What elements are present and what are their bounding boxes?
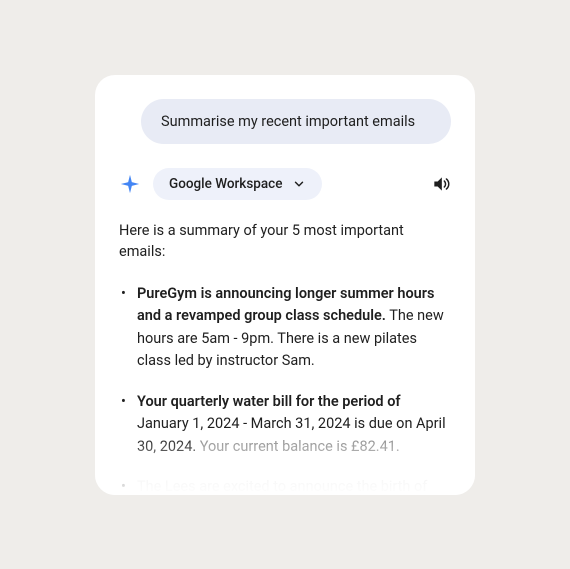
workspace-chip[interactable]: Google Workspace bbox=[153, 168, 322, 200]
assistant-card: Summarise my recent important emails Goo… bbox=[95, 75, 475, 495]
response-toolbar: Google Workspace bbox=[119, 168, 451, 200]
list-item: PureGym is announcing longer summer hour… bbox=[119, 283, 451, 373]
list-item: Your quarterly water bill for the period… bbox=[119, 391, 451, 458]
chevron-down-icon bbox=[292, 177, 306, 191]
speaker-icon[interactable] bbox=[431, 174, 451, 194]
sparkle-icon bbox=[119, 173, 141, 195]
prompt-text: Summarise my recent important emails bbox=[161, 113, 415, 130]
email-bold-text: Your quarterly water bill for the period… bbox=[137, 393, 401, 410]
list-item: The Lees are excited to announce the bir… bbox=[119, 476, 451, 494]
response-intro: Here is a summary of your 5 most importa… bbox=[119, 220, 451, 264]
email-faded-text: The Lees are excited to announce the bir… bbox=[137, 478, 427, 494]
email-gray-text: Your current balance is £82.41. bbox=[196, 438, 400, 455]
email-summary-list: PureGym is announcing longer summer hour… bbox=[119, 283, 451, 495]
workspace-chip-label: Google Workspace bbox=[169, 176, 282, 192]
user-prompt-bubble: Summarise my recent important emails bbox=[141, 99, 451, 144]
